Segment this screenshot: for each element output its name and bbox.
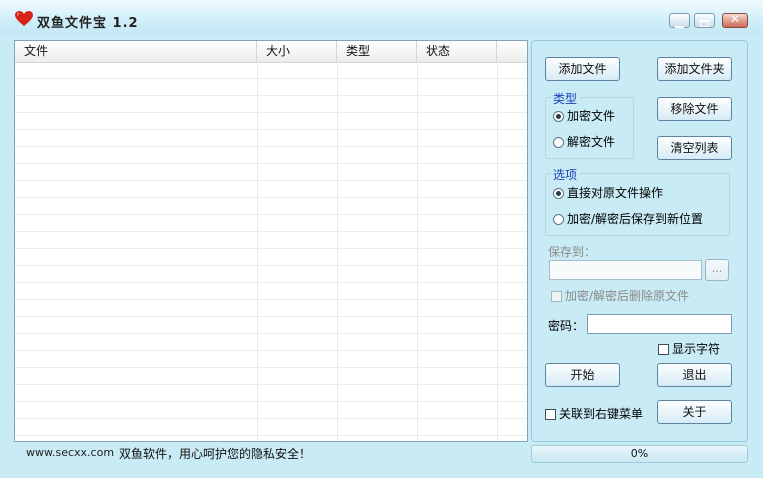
add-file-button[interactable]: 添加文件 <box>545 57 620 81</box>
radio-label: 加密/解密后保存到新位置 <box>567 212 704 226</box>
minimize-button[interactable] <box>669 13 690 28</box>
column-header-type[interactable]: 类型 <box>337 41 417 62</box>
radio-unselected-icon <box>553 137 564 148</box>
radio-selected-icon <box>553 188 564 199</box>
radio-label: 解密文件 <box>567 135 616 149</box>
maximize-icon <box>695 16 714 30</box>
radio-decrypt-file[interactable]: 解密文件 <box>553 134 615 150</box>
start-button[interactable]: 开始 <box>545 363 620 387</box>
checkbox-label: 显示字符 <box>672 342 721 356</box>
column-divider <box>497 62 498 441</box>
password-input[interactable] <box>587 314 732 334</box>
checkbox-label: 加密/解密后删除原文件 <box>565 289 690 303</box>
column-divider <box>337 62 338 441</box>
column-header-file[interactable]: 文件 <box>15 41 257 62</box>
radio-operate-original[interactable]: 直接对原文件操作 <box>553 185 663 201</box>
radio-encrypt-file[interactable]: 加密文件 <box>553 108 615 124</box>
column-header-size[interactable]: 大小 <box>257 41 337 62</box>
save-to-input[interactable] <box>549 260 702 280</box>
checkbox-icon <box>658 344 669 355</box>
show-chars-checkbox[interactable]: 显示字符 <box>658 341 720 357</box>
checkbox-icon <box>545 409 556 420</box>
window-title: 双鱼文件宝 1.2 <box>37 16 139 31</box>
options-group-label: 选项 <box>551 166 580 183</box>
radio-save-new-location[interactable]: 加密/解密后保存到新位置 <box>553 211 703 227</box>
website-link[interactable]: www.secxx.com <box>26 446 114 459</box>
close-button[interactable]: ✕ <box>722 12 748 28</box>
progress-bar: 0% <box>531 445 748 463</box>
close-icon: ✕ <box>729 12 741 26</box>
delete-original-checkbox[interactable]: 加密/解密后删除原文件 <box>551 288 689 304</box>
column-divider <box>417 62 418 441</box>
maximize-button[interactable] <box>694 13 715 28</box>
title-bar: 双鱼文件宝 1.2 ✕ <box>0 0 763 36</box>
heart-icon <box>15 11 33 26</box>
remove-file-button[interactable]: 移除文件 <box>657 97 732 121</box>
column-header-status[interactable]: 状态 <box>417 41 497 62</box>
password-label: 密码： <box>548 319 585 333</box>
browse-button[interactable]: ... <box>705 259 729 281</box>
progress-text: 0% <box>630 447 649 460</box>
context-menu-checkbox[interactable]: 关联到右键菜单 <box>545 406 643 422</box>
checkbox-label: 关联到右键菜单 <box>559 407 644 421</box>
file-list-header: 文件 大小 类型 状态 <box>15 41 527 63</box>
about-button[interactable]: 关于 <box>657 400 732 424</box>
radio-label: 加密文件 <box>567 109 616 123</box>
add-folder-button[interactable]: 添加文件夹 <box>657 57 732 81</box>
exit-button[interactable]: 退出 <box>657 363 732 387</box>
type-group-label: 类型 <box>551 90 580 107</box>
file-list-grid <box>15 62 527 441</box>
clear-list-button[interactable]: 清空列表 <box>657 136 732 160</box>
file-list[interactable]: 文件 大小 类型 状态 <box>14 40 528 442</box>
minimize-icon <box>670 17 689 31</box>
status-bar: www.secxx.com 双鱼软件，用心呵护您的隐私安全！ <box>14 444 528 464</box>
checkbox-icon <box>551 291 562 302</box>
save-to-label: 保存到： <box>548 245 597 259</box>
status-message: 双鱼软件，用心呵护您的隐私安全！ <box>119 447 312 461</box>
radio-unselected-icon <box>553 214 564 225</box>
radio-selected-icon <box>553 111 564 122</box>
column-divider <box>257 62 258 441</box>
radio-label: 直接对原文件操作 <box>567 186 664 200</box>
